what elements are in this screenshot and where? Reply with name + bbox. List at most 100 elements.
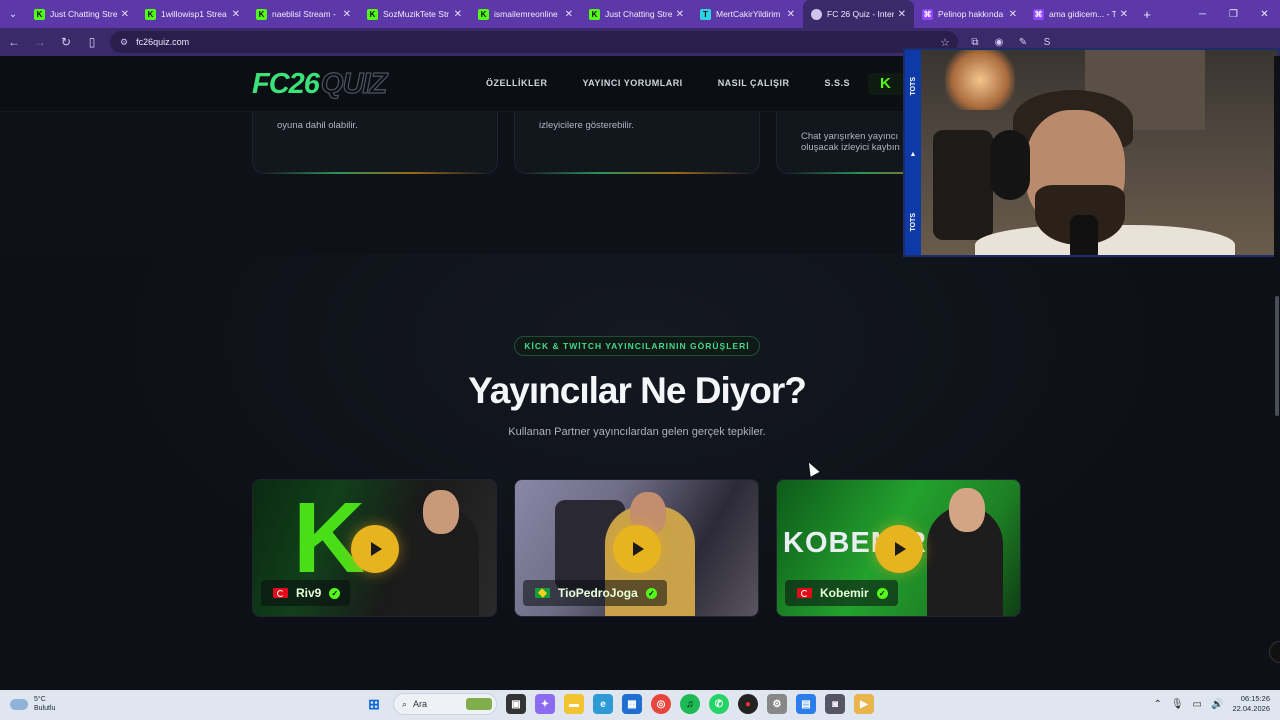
browser-tab[interactable]: K Just Chatting Stre ✕ bbox=[581, 0, 692, 28]
tab-close-icon[interactable]: ✕ bbox=[232, 9, 240, 20]
volume-icon[interactable]: 🔊 bbox=[1211, 699, 1223, 710]
browser-tab[interactable]: FC 26 Quiz - Inter ✕ bbox=[803, 0, 914, 28]
tab-close-icon[interactable]: ✕ bbox=[454, 9, 462, 20]
whatsapp-icon[interactable]: ✆ bbox=[709, 694, 729, 714]
streamer-name: Kobemir bbox=[820, 586, 869, 600]
windows-taskbar: 5°C Bulutlu ⊞ ⌕ Ara ▣ ✦ ▬ e ▦ ◎ ♫ ✆ ● ⚙ … bbox=[0, 690, 1280, 720]
tab-close-icon[interactable]: ✕ bbox=[1009, 9, 1017, 20]
kick-favicon-icon: K bbox=[589, 8, 600, 20]
nav-link-faq[interactable]: S.S.S bbox=[825, 78, 851, 88]
verified-icon: ✓ bbox=[645, 587, 657, 599]
weather-widget[interactable]: 5°C Bulutlu bbox=[10, 695, 55, 713]
streamer-name-tag: Riv9 ✓ bbox=[261, 580, 351, 606]
turkey-flag-icon bbox=[273, 588, 288, 598]
kick-favicon-icon: K bbox=[145, 8, 156, 20]
store-icon[interactable]: ▦ bbox=[622, 694, 642, 714]
video-card-tiopedrojoga[interactable]: TioPedroJoga ✓ bbox=[514, 479, 759, 617]
display-icon[interactable]: ▭ bbox=[1193, 699, 1202, 710]
tab-label: Just Chatting Stre bbox=[50, 9, 117, 19]
tab-close-icon[interactable]: ✕ bbox=[898, 9, 906, 20]
address-bar[interactable]: ⚙ fc26quiz.com ☆ bbox=[110, 31, 958, 53]
tab-close-icon[interactable]: ✕ bbox=[787, 9, 795, 20]
streamer-head bbox=[949, 488, 985, 532]
weather-desc: Bulutlu bbox=[34, 705, 56, 712]
forward-button[interactable]: → bbox=[28, 28, 52, 56]
globe-favicon-icon bbox=[811, 8, 822, 20]
window-controls: ─ ❐ ✕ bbox=[1187, 0, 1280, 28]
bookmark-star-icon[interactable]: ☆ bbox=[940, 36, 950, 49]
settings-icon[interactable]: ⚙ bbox=[767, 694, 787, 714]
site-nav-links: ÖZELLİKLER YAYINCI YORUMLARI NASIL ÇALIŞ… bbox=[486, 78, 850, 88]
spotify-icon[interactable]: ♫ bbox=[680, 694, 700, 714]
play-button[interactable] bbox=[613, 525, 661, 573]
tab-close-icon[interactable]: ✕ bbox=[343, 9, 351, 20]
nav-link-how-it-works[interactable]: NASIL ÇALIŞIR bbox=[718, 78, 790, 88]
task-view-icon[interactable]: ▣ bbox=[506, 694, 526, 714]
media-icon[interactable]: ▶ bbox=[854, 694, 874, 714]
browser-tab[interactable]: K Just Chatting Stre ✕ bbox=[26, 0, 137, 28]
site-logo[interactable]: FC26QUIZ bbox=[252, 67, 388, 101]
browser-tab[interactable]: Kismailemreonline ✕ bbox=[470, 0, 581, 28]
browser-tab[interactable]: ⌘ Pelinop hakkında ✕ bbox=[914, 0, 1025, 28]
twitch-favicon-icon: ⌘ bbox=[922, 8, 933, 20]
tab-label: MertCakirYildirim bbox=[716, 9, 781, 19]
turkey-flag-icon bbox=[797, 588, 812, 598]
chair bbox=[933, 130, 993, 240]
chevron-up-icon[interactable]: ⌃ bbox=[1153, 699, 1161, 710]
tab-close-icon[interactable]: ✕ bbox=[1120, 9, 1128, 20]
kick-login-button[interactable]: K bbox=[868, 73, 904, 95]
cloud-icon bbox=[10, 698, 28, 710]
kick-favicon-icon: K bbox=[256, 8, 267, 20]
tab-close-icon[interactable]: ✕ bbox=[676, 9, 684, 20]
site-info-icon[interactable]: ⚙ bbox=[120, 37, 128, 48]
reload-button[interactable]: ↻ bbox=[54, 28, 78, 56]
streamer-name: Riv9 bbox=[296, 586, 322, 600]
verified-icon: ✓ bbox=[329, 587, 341, 599]
tab-label: SozMuzikTete Str bbox=[383, 9, 450, 19]
webcam-overlay: TOTS ▲ TOTS bbox=[903, 48, 1280, 257]
search-highlight-icon bbox=[466, 698, 492, 710]
file-explorer-icon[interactable]: ▬ bbox=[564, 694, 584, 714]
nav-link-streamer-reviews[interactable]: YAYINCI YORUMLARI bbox=[583, 78, 683, 88]
app-icon[interactable]: ▤ bbox=[796, 694, 816, 714]
back-button[interactable]: ← bbox=[2, 28, 26, 56]
taskbar-search[interactable]: ⌕ Ara bbox=[393, 693, 497, 715]
tab-search-button[interactable]: ⌄ bbox=[0, 0, 26, 28]
video-card-kobemir[interactable]: KOBEMIR Kobemir ✓ bbox=[776, 479, 1021, 617]
feature-card: izleyicilere gösterebilir. bbox=[514, 112, 760, 174]
tab-label: naeblisl Stream - bbox=[272, 9, 336, 19]
restore-button[interactable]: ❐ bbox=[1218, 0, 1249, 28]
browser-tab[interactable]: K SozMuzikTete Str ✕ bbox=[359, 0, 470, 28]
close-window-button[interactable]: ✕ bbox=[1249, 0, 1280, 28]
tab-close-icon[interactable]: ✕ bbox=[121, 9, 129, 20]
camera-icon[interactable]: ◙ bbox=[825, 694, 845, 714]
section-title: Yayıncılar Ne Diyor? bbox=[468, 370, 807, 411]
browser-tab[interactable]: K 1willowisp1 Strea ✕ bbox=[137, 0, 248, 28]
minimize-button[interactable]: ─ bbox=[1187, 0, 1218, 28]
browser-tab[interactable]: T MertCakirYildirim ✕ bbox=[692, 0, 803, 28]
chrome-icon[interactable]: ◎ bbox=[651, 694, 671, 714]
obs-icon[interactable]: ● bbox=[738, 694, 758, 714]
play-button[interactable] bbox=[875, 525, 923, 573]
page-scrollbar[interactable] bbox=[1274, 56, 1280, 690]
tab-close-icon[interactable]: ✕ bbox=[565, 9, 573, 20]
logo-quiz-text: QUIZ bbox=[320, 67, 387, 100]
feature-card-text: Chat yarışırken yayıncı oluşacak izleyic… bbox=[801, 131, 900, 153]
video-card-riv9[interactable]: K Riv9 ✓ bbox=[252, 479, 497, 617]
scrollbar-thumb[interactable] bbox=[1275, 296, 1279, 416]
browser-tab[interactable]: ⌘ ama gidicem... - Tw ✕ bbox=[1025, 0, 1136, 28]
browser-tabstrip: ⌄ K Just Chatting Stre ✕ K 1willowisp1 Strea… bbox=[0, 0, 1280, 28]
copilot-icon[interactable]: ✦ bbox=[535, 694, 555, 714]
browser-tab[interactable]: Knaeblisl Stream - ✕ bbox=[248, 0, 359, 28]
windows-start-icon[interactable]: ⊞ bbox=[364, 694, 384, 714]
new-tab-button[interactable]: + bbox=[1136, 7, 1158, 22]
edge-icon[interactable]: e bbox=[593, 694, 613, 714]
nav-link-features[interactable]: ÖZELLİKLER bbox=[486, 78, 548, 88]
system-clock[interactable]: 06:15:26 22.04.2026 bbox=[1232, 694, 1270, 714]
split-view-icon[interactable]: ▯ bbox=[80, 28, 104, 56]
arrow-icon: ▲ bbox=[909, 151, 917, 158]
play-button[interactable] bbox=[351, 525, 399, 573]
feature-card: oyuna dahil olabilir. bbox=[252, 112, 498, 174]
logo-fc-text: FC26 bbox=[252, 68, 320, 100]
microphone-icon[interactable]: 🎙 bbox=[1171, 699, 1184, 710]
